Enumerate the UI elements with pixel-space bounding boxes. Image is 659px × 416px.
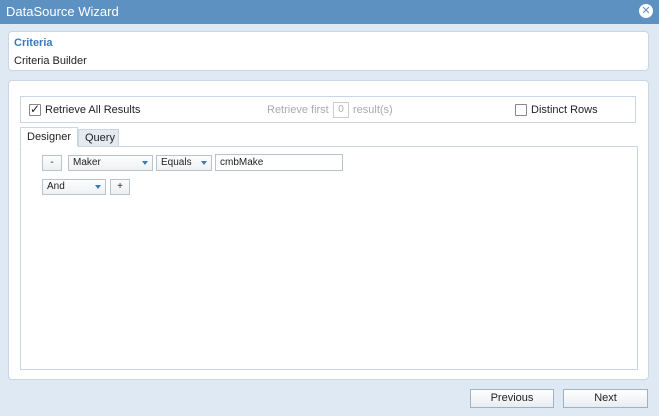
next-button[interactable]: Next — [563, 389, 648, 408]
retrieve-all-label: Retrieve All Results — [45, 104, 141, 116]
chevron-down-icon — [142, 161, 148, 165]
retrieve-first-input[interactable]: 0 — [333, 102, 349, 118]
step-title: Criteria — [14, 37, 53, 49]
retrieve-all-checkbox[interactable] — [29, 102, 41, 116]
tab-designer[interactable]: Designer — [20, 127, 78, 147]
add-condition-button[interactable]: + — [110, 179, 130, 195]
previous-button[interactable]: Previous — [470, 389, 554, 408]
distinct-rows-checkbox[interactable] — [515, 104, 527, 116]
criteria-header-panel: Criteria Criteria Builder — [8, 31, 649, 71]
field-select-value: Maker — [73, 157, 101, 168]
remove-condition-button[interactable]: - — [42, 155, 62, 171]
logic-operator-select[interactable]: And — [42, 179, 106, 195]
designer-area: - Maker Equals cmbMake And + — [20, 146, 638, 370]
step-subtitle: Criteria Builder — [14, 55, 87, 67]
condition-value-input[interactable]: cmbMake — [215, 154, 343, 171]
operator-select-value: Equals — [161, 157, 192, 168]
logic-operator-value: And — [47, 181, 65, 192]
retrieve-options-row: Retrieve All Results Retrieve first 0 re… — [20, 96, 636, 123]
close-icon[interactable]: ✕ — [639, 4, 653, 18]
title-bar: DataSource Wizard ✕ — [0, 0, 659, 24]
operator-select[interactable]: Equals — [156, 155, 212, 171]
criteria-builder-panel: Retrieve All Results Retrieve first 0 re… — [8, 80, 649, 380]
chevron-down-icon — [95, 185, 101, 189]
window-title: DataSource Wizard — [6, 4, 119, 19]
chevron-down-icon — [201, 161, 207, 165]
results-label: result(s) — [353, 104, 393, 116]
retrieve-first-label: Retrieve first — [267, 104, 329, 116]
tab-query[interactable]: Query — [78, 129, 119, 147]
distinct-rows-label: Distinct Rows — [531, 104, 598, 116]
field-select[interactable]: Maker — [68, 155, 153, 171]
